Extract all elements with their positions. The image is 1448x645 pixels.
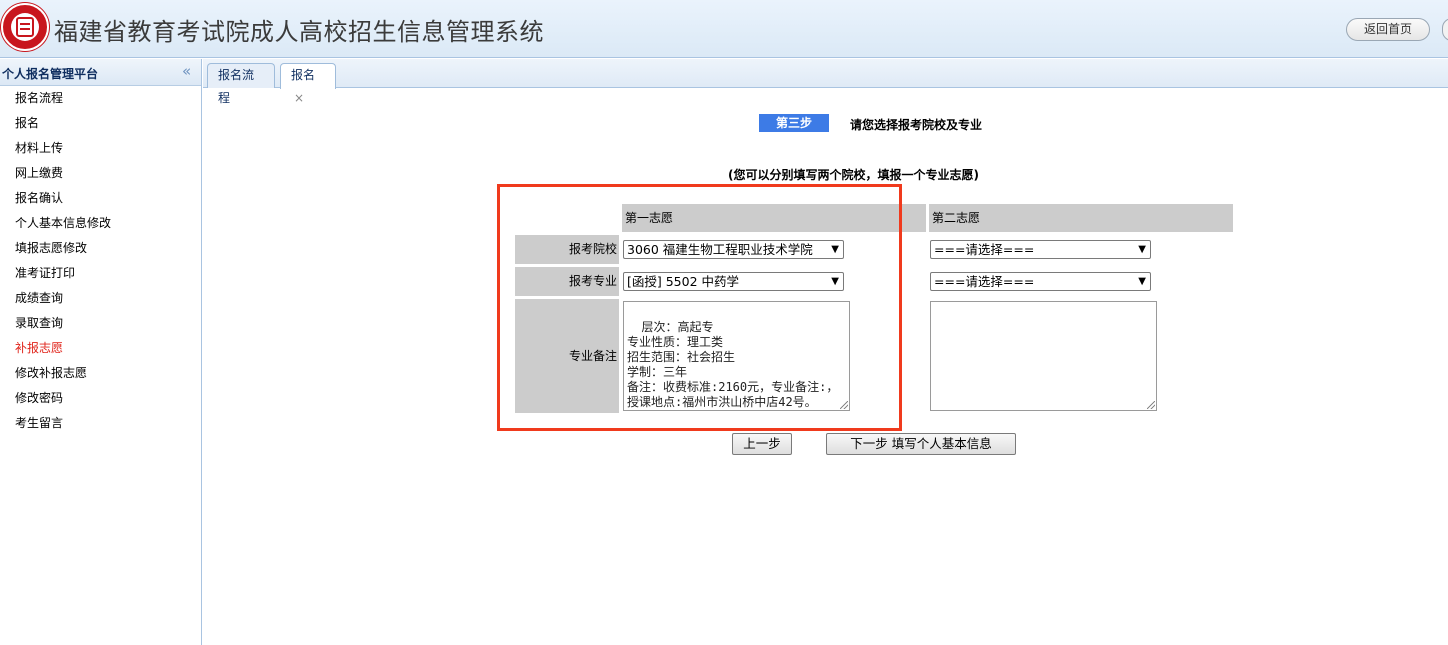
previous-step-button[interactable]: 上一步 bbox=[732, 433, 792, 455]
select-value: ===请选择=== bbox=[934, 274, 1035, 289]
tab-bar: 报名流程 报名 × bbox=[203, 59, 1448, 105]
chevron-down-icon: ▼ bbox=[1138, 244, 1146, 255]
resize-grip-icon[interactable] bbox=[1147, 401, 1155, 409]
sidebar: 个人报名管理平台 « 报名流程 报名 材料上传 网上缴费 报名确认 个人基本信息… bbox=[0, 59, 202, 645]
school-logo-icon bbox=[1, 3, 49, 51]
site-title: 福建省教育考试院成人高校招生信息管理系统 bbox=[54, 18, 544, 46]
sidebar-item-edit-preferences[interactable]: 填报志愿修改 bbox=[0, 236, 201, 261]
select-value: ===请选择=== bbox=[934, 242, 1035, 257]
sidebar-item-edit-supplementary-preference[interactable]: 修改补报志愿 bbox=[0, 361, 201, 386]
sidebar-item-registration-confirm[interactable]: 报名确认 bbox=[0, 186, 201, 211]
sidebar-item-supplementary-preference[interactable]: 补报志愿 bbox=[0, 336, 201, 361]
form-hint: (您可以分别填写两个院校，填报一个专业志愿) bbox=[728, 168, 979, 182]
second-choice-major-select[interactable]: ===请选择=== ▼ bbox=[930, 272, 1151, 291]
step-title: 请您选择报考院校及专业 bbox=[850, 118, 983, 132]
header-extra-button[interactable] bbox=[1442, 18, 1448, 41]
return-home-button[interactable]: 返回首页 bbox=[1346, 18, 1430, 41]
sidebar-item-messages[interactable]: 考生留言 bbox=[0, 411, 201, 436]
tab-registration[interactable]: 报名 × bbox=[280, 63, 336, 105]
sidebar-item-online-payment[interactable]: 网上缴费 bbox=[0, 161, 201, 186]
close-icon[interactable]: × bbox=[294, 91, 304, 105]
sidebar-item-admission-query[interactable]: 录取查询 bbox=[0, 311, 201, 336]
second-choice-note-textarea[interactable] bbox=[930, 301, 1157, 411]
double-chevron-left-icon[interactable]: « bbox=[182, 62, 191, 80]
app-header: 福建省教育考试院成人高校招生信息管理系统 返回首页 bbox=[0, 0, 1448, 58]
tab-registration-process[interactable]: 报名流程 bbox=[207, 63, 275, 105]
sidebar-item-edit-basic-info[interactable]: 个人基本信息修改 bbox=[0, 211, 201, 236]
tab-label: 报名流程 bbox=[218, 68, 255, 105]
second-choice-school-select[interactable]: ===请选择=== ▼ bbox=[930, 240, 1151, 259]
sidebar-item-print-admission-ticket[interactable]: 准考证打印 bbox=[0, 261, 201, 286]
sidebar-item-score-query[interactable]: 成绩查询 bbox=[0, 286, 201, 311]
sidebar-item-registration[interactable]: 报名 bbox=[0, 111, 201, 136]
chevron-down-icon: ▼ bbox=[1138, 276, 1146, 287]
sidebar-header: 个人报名管理平台 « bbox=[0, 59, 201, 86]
highlight-annotation-box bbox=[497, 184, 902, 431]
sidebar-item-registration-process[interactable]: 报名流程 bbox=[0, 86, 201, 111]
sidebar-menu: 报名流程 报名 材料上传 网上缴费 报名确认 个人基本信息修改 填报志愿修改 准… bbox=[0, 86, 201, 436]
tab-label: 报名 bbox=[291, 68, 316, 82]
sidebar-item-material-upload[interactable]: 材料上传 bbox=[0, 136, 201, 161]
next-step-button[interactable]: 下一步 填写个人基本信息 bbox=[826, 433, 1016, 455]
step-badge: 第三步 bbox=[759, 114, 829, 132]
sidebar-title: 个人报名管理平台 bbox=[2, 67, 99, 81]
second-choice-header: 第二志愿 bbox=[929, 204, 1233, 232]
sidebar-item-change-password[interactable]: 修改密码 bbox=[0, 386, 201, 411]
